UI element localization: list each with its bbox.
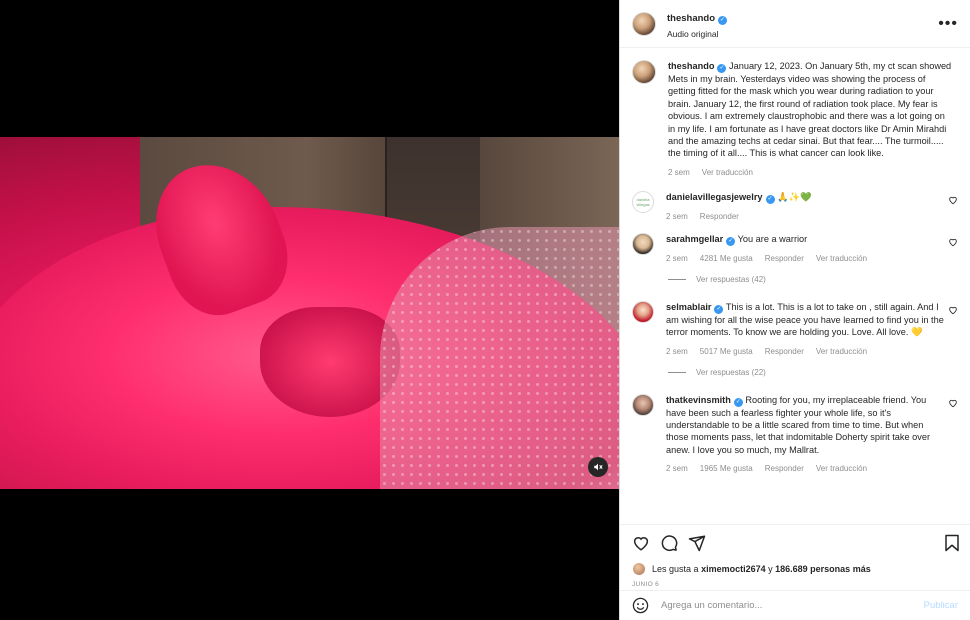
caption-avatar[interactable] [632,60,656,84]
share-icon[interactable] [688,534,706,552]
liker-avatar[interactable] [632,562,646,576]
comment-translate[interactable]: Ver traducción [816,254,867,263]
author-avatar[interactable] [632,11,656,36]
comment-text: You are a warrior [737,233,808,244]
comment-heart-icon[interactable] [948,398,958,408]
caption-meta: 2 sem Ver traducción [668,168,954,177]
replies-line [668,278,686,280]
verified-icon: ✓ [765,194,775,204]
more-icon[interactable]: ••• [938,15,958,31]
caption-translate[interactable]: Ver traducción [702,168,753,177]
instagram-post-modal: theshando ✓ Audio original ••• theshando ✓… [0,0,970,620]
comment-time[interactable]: 2 sem [666,464,688,473]
comment-reply[interactable]: Responder [765,254,804,263]
comment-heart-icon[interactable] [948,305,958,315]
likes-count[interactable]: 186.689 personas más [775,564,871,574]
comment-avatar[interactable] [632,300,654,323]
verified-icon: ✓ [718,16,728,25]
view-replies-label[interactable]: Ver respuestas (22) [696,368,766,377]
heart-icon[interactable] [632,534,650,552]
video-mesh [380,227,619,489]
post-header: theshando ✓ Audio original ••• [620,0,970,48]
comment-composer: Publicar [620,590,970,620]
post-video[interactable] [0,137,619,489]
comment-item: selmablair ✓ This is a lot. This is a lot… [632,300,958,356]
comment-item: thatkevinsmith ✓ Rooting for you, my irre… [632,393,958,473]
likes-prefix: Les gusta a [652,564,699,574]
view-replies[interactable]: Ver respuestas (22) [668,368,958,377]
caption-body: January 12, 2023. On January 5th, my ct … [668,61,952,159]
mute-button[interactable] [588,457,608,477]
comment-username[interactable]: danielavillegasjewelry [666,192,763,202]
save-icon[interactable] [944,534,960,552]
comment-time[interactable]: 2 sem [666,212,688,221]
comment-heart-icon[interactable] [948,237,958,247]
comment-item: daniela villegas danielavillegasjewelry ✓… [632,190,958,221]
likes-middle: y [768,564,773,574]
post-date[interactable]: JUNIO 6 [632,581,960,588]
comment-avatar[interactable] [632,393,654,416]
publish-button[interactable]: Publicar [924,600,958,611]
verified-icon: ✓ [733,397,743,407]
comment-username[interactable]: thatkevinsmith [666,395,731,405]
post-side-panel: theshando ✓ Audio original ••• theshando ✓… [619,0,970,620]
post-actions: Les gusta a ximemocti2674 y 186.689 pers… [620,524,970,588]
comment-username[interactable]: selmablair [666,302,711,312]
view-replies[interactable]: Ver respuestas (42) [668,275,958,284]
verified-icon: ✓ [726,236,736,246]
comments-list[interactable]: theshando ✓ January 12, 2023. On January … [620,48,970,524]
comment-reply[interactable]: Responder [700,212,739,221]
replies-line [668,371,686,373]
comment-username[interactable]: sarahmgellar [666,234,723,244]
caption-text: theshando ✓ January 12, 2023. On January … [668,60,954,160]
comment-reply[interactable]: Responder [765,464,804,473]
comment-heart-icon[interactable] [948,195,958,205]
comment-likes[interactable]: 1965 Me gusta [700,464,753,473]
caption: theshando ✓ January 12, 2023. On January … [632,60,958,177]
comment-reply[interactable]: Responder [765,347,804,356]
emoji-icon[interactable] [632,597,649,614]
mute-icon [594,463,603,471]
comment-input[interactable] [661,600,924,611]
comment-text: 🙏✨💚 [777,191,812,202]
media-panel [0,0,619,620]
comment-likes[interactable]: 4281 Me gusta [700,254,753,263]
caption-time[interactable]: 2 sem [668,168,690,177]
comment-avatar[interactable]: daniela villegas [632,190,654,213]
comment-avatar[interactable] [632,232,654,255]
view-replies-label[interactable]: Ver respuestas (42) [696,275,766,284]
comment-likes[interactable]: 5017 Me gusta [700,347,753,356]
comment-item: sarahmgellar ✓ You are a warrior 2 sem 42… [632,232,958,263]
author-username[interactable]: theshando [667,13,715,24]
video-chin [260,307,400,417]
verified-icon: ✓ [714,304,724,314]
liker-username[interactable]: ximemocti2674 [701,564,766,574]
comment-translate[interactable]: Ver traducción [816,347,867,356]
comment-translate[interactable]: Ver traducción [816,464,867,473]
caption-username[interactable]: theshando [668,61,714,71]
comment-time[interactable]: 2 sem [666,347,688,356]
comment-icon[interactable] [660,534,678,552]
verified-icon: ✓ [717,64,727,73]
audio-label[interactable]: Audio original [667,29,727,39]
likes-summary: Les gusta a ximemocti2674 y 186.689 pers… [632,562,960,576]
comment-time[interactable]: 2 sem [666,254,688,263]
